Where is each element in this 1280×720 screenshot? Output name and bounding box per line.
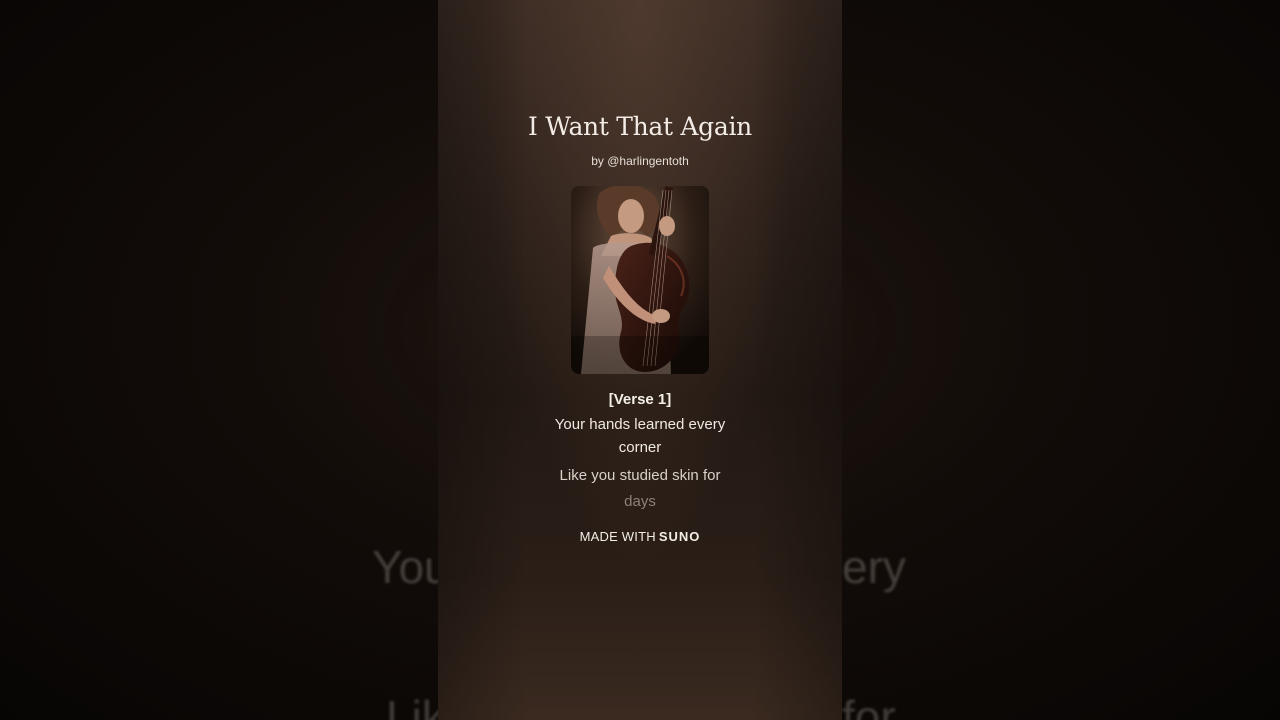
made-with-suno-badge: MADE WITH SUNO xyxy=(438,529,842,544)
backdrop-lyric-right: ery xyxy=(842,541,906,593)
song-card: I Want That Again by @harlingentoth [Ver… xyxy=(438,0,842,720)
verse-section-label: [Verse 1] xyxy=(608,391,672,408)
video-frame: You ery Lik for I Want That Again by @ha… xyxy=(0,0,1280,720)
backdrop-lyric-right-lower: for xyxy=(842,691,896,720)
made-with-label: MADE WITH xyxy=(579,529,656,544)
lyric-line-next-dim: days xyxy=(624,493,656,510)
song-title: I Want That Again xyxy=(528,112,752,141)
lyric-line-next: Like you studied skin for xyxy=(559,467,721,484)
backdrop-lyric-left-lower: Lik xyxy=(386,691,445,720)
cellist-portrait-image xyxy=(571,186,709,374)
lyric-line-current: Your hands learned every corner xyxy=(554,416,726,456)
suno-logo: SUNO xyxy=(658,529,701,544)
artist-handle: by @harlingentoth xyxy=(591,154,689,168)
cover-art xyxy=(571,186,709,374)
